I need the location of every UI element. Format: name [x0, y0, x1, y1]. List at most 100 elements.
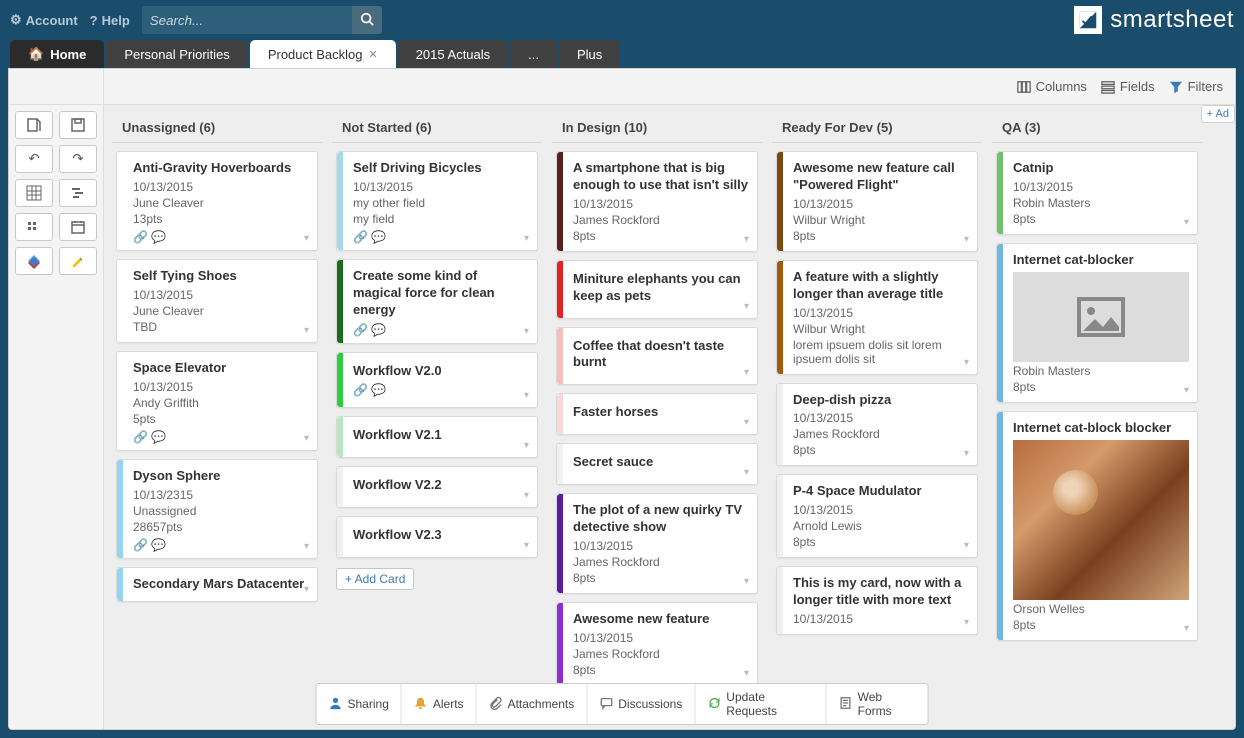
bottom-discussions[interactable]: Discussions: [587, 684, 695, 724]
sheet-view-button[interactable]: [15, 111, 53, 139]
grid-view-button[interactable]: [15, 179, 53, 207]
card-expand-icon[interactable]: ▾: [1184, 385, 1189, 396]
card[interactable]: Internet cat-blockerRobin Masters8pts▾: [996, 243, 1198, 403]
lane: Not Started (6)Self Driving Bicycles10/1…: [332, 113, 542, 721]
redo-button[interactable]: ↷: [59, 145, 97, 173]
card-expand-icon[interactable]: ▾: [524, 440, 529, 451]
card[interactable]: Deep-dish pizza10/13/2015James Rockford8…: [776, 383, 978, 467]
bottom-update-requests[interactable]: Update Requests: [695, 684, 826, 724]
tab-close-icon[interactable]: ✕: [368, 48, 377, 61]
tab-2015-actuals[interactable]: 2015 Actuals: [398, 40, 508, 68]
card-expand-icon[interactable]: ▾: [524, 490, 529, 501]
card-expand-icon[interactable]: ▾: [964, 234, 969, 245]
calendar-view-button[interactable]: [59, 213, 97, 241]
tab-home[interactable]: 🏠Home: [10, 40, 104, 68]
card-field: 5pts: [133, 412, 309, 426]
card-expand-icon[interactable]: ▾: [744, 417, 749, 428]
card[interactable]: Faster horses▾: [556, 393, 758, 435]
card[interactable]: Awesome new feature10/13/2015James Rockf…: [556, 602, 758, 686]
tags-button[interactable]: [15, 247, 53, 275]
card[interactable]: Awesome new feature call "Powered Flight…: [776, 151, 978, 252]
bottom-web-forms[interactable]: Web Forms: [827, 684, 928, 724]
save-button[interactable]: [59, 111, 97, 139]
card-expand-icon[interactable]: ▾: [744, 668, 749, 679]
card[interactable]: Workflow V2.2▾: [336, 466, 538, 508]
card[interactable]: Dyson Sphere10/13/2315Unassigned28657pts…: [116, 459, 318, 559]
card[interactable]: Workflow V2.3▾: [336, 516, 538, 558]
card-expand-icon[interactable]: ▾: [1184, 217, 1189, 228]
card-view-button[interactable]: [15, 213, 53, 241]
card-expand-icon[interactable]: ▾: [1184, 623, 1189, 634]
card-field: 8pts: [793, 535, 969, 549]
tab-plus[interactable]: Plus: [559, 40, 620, 68]
help-link[interactable]: ? Help: [90, 13, 130, 28]
card-field: 28657pts: [133, 520, 309, 534]
fields-toggle[interactable]: Fields: [1101, 79, 1155, 94]
tab-product-backlog[interactable]: Product Backlog✕: [250, 40, 396, 68]
card-expand-icon[interactable]: ▾: [964, 540, 969, 551]
search-button[interactable]: [352, 6, 382, 34]
card-expand-icon[interactable]: ▾: [744, 301, 749, 312]
columns-toggle[interactable]: Columns: [1017, 79, 1087, 94]
card-field: my field: [353, 212, 529, 226]
card-expand-icon[interactable]: ▾: [744, 234, 749, 245]
bottom-sharing[interactable]: Sharing: [317, 684, 402, 724]
card-field: 10/13/2015: [793, 612, 969, 626]
kanban-board: + Ad Unassigned (6)Anti-Gravity Hoverboa…: [104, 105, 1235, 729]
card-expand-icon[interactable]: ▾: [304, 433, 309, 444]
card[interactable]: Space Elevator10/13/2015Andy Griffith5pt…: [116, 351, 318, 451]
card-expand-icon[interactable]: ▾: [964, 357, 969, 368]
card[interactable]: Miniture elephants you can keep as pets▾: [556, 260, 758, 319]
card-expand-icon[interactable]: ▾: [964, 617, 969, 628]
card[interactable]: The plot of a new quirky TV detective sh…: [556, 493, 758, 594]
card-expand-icon[interactable]: ▾: [744, 467, 749, 478]
card-field: 10/13/2015: [573, 539, 749, 553]
add-card-button[interactable]: + Add Card: [336, 568, 414, 590]
card-expand-icon[interactable]: ▾: [524, 390, 529, 401]
card-title: The plot of a new quirky TV detective sh…: [573, 502, 749, 536]
account-link[interactable]: ⚙ Account: [10, 12, 78, 28]
card[interactable]: Workflow V2.1▾: [336, 416, 538, 458]
card[interactable]: Catnip10/13/2015Robin Masters8pts▾: [996, 151, 1198, 235]
card[interactable]: Self Tying Shoes10/13/2015June CleaverTB…: [116, 259, 318, 343]
card-field: 10/13/2015: [573, 197, 749, 211]
card-expand-icon[interactable]: ▾: [744, 367, 749, 378]
card[interactable]: Workflow V2.0🔗 💬▾: [336, 352, 538, 409]
card-expand-icon[interactable]: ▾: [304, 541, 309, 552]
card-expand-icon[interactable]: ▾: [524, 540, 529, 551]
card[interactable]: Self Driving Bicycles10/13/2015my other …: [336, 151, 538, 251]
card[interactable]: Internet cat-block blockerOrson Welles8p…: [996, 411, 1198, 641]
card-expand-icon[interactable]: ▾: [304, 584, 309, 595]
home-icon: 🏠: [28, 46, 44, 62]
search-input[interactable]: [142, 6, 352, 34]
card-expand-icon[interactable]: ▾: [964, 448, 969, 459]
card-field: TBD: [133, 320, 309, 334]
card[interactable]: Secondary Mars Datacenter▾: [116, 567, 318, 603]
card-field: 8pts: [1013, 618, 1189, 632]
card-expand-icon[interactable]: ▾: [744, 576, 749, 587]
tab-personal-priorities[interactable]: Personal Priorities: [106, 40, 248, 68]
undo-button[interactable]: ↶: [15, 145, 53, 173]
bottom-attachments[interactable]: Attachments: [477, 684, 588, 724]
card[interactable]: A smartphone that is big enough to use t…: [556, 151, 758, 252]
bottom-alerts[interactable]: Alerts: [402, 684, 477, 724]
highlight-button[interactable]: [59, 247, 97, 275]
card[interactable]: Create some kind of magical force for cl…: [336, 259, 538, 344]
card[interactable]: P-4 Space Mudulator10/13/2015Arnold Lewi…: [776, 474, 978, 558]
card-title: Secondary Mars Datacenter: [133, 576, 309, 593]
card-expand-icon[interactable]: ▾: [524, 326, 529, 337]
filters-toggle[interactable]: Filters: [1169, 79, 1223, 94]
card-expand-icon[interactable]: ▾: [524, 233, 529, 244]
card[interactable]: Secret sauce▾: [556, 443, 758, 485]
card-expand-icon[interactable]: ▾: [304, 233, 309, 244]
gantt-view-button[interactable]: [59, 179, 97, 207]
tab--[interactable]: ...: [510, 40, 557, 68]
card[interactable]: Anti-Gravity Hoverboards10/13/2015June C…: [116, 151, 318, 251]
card[interactable]: Coffee that doesn't taste burnt▾: [556, 327, 758, 386]
card[interactable]: This is my card, now with a longer title…: [776, 566, 978, 635]
card-expand-icon[interactable]: ▾: [304, 325, 309, 336]
card-title: Secret sauce: [573, 454, 747, 471]
card[interactable]: A feature with a slightly longer than av…: [776, 260, 978, 375]
add-lane-button[interactable]: + Ad: [1201, 105, 1235, 123]
image-placeholder-icon: [1076, 297, 1126, 337]
